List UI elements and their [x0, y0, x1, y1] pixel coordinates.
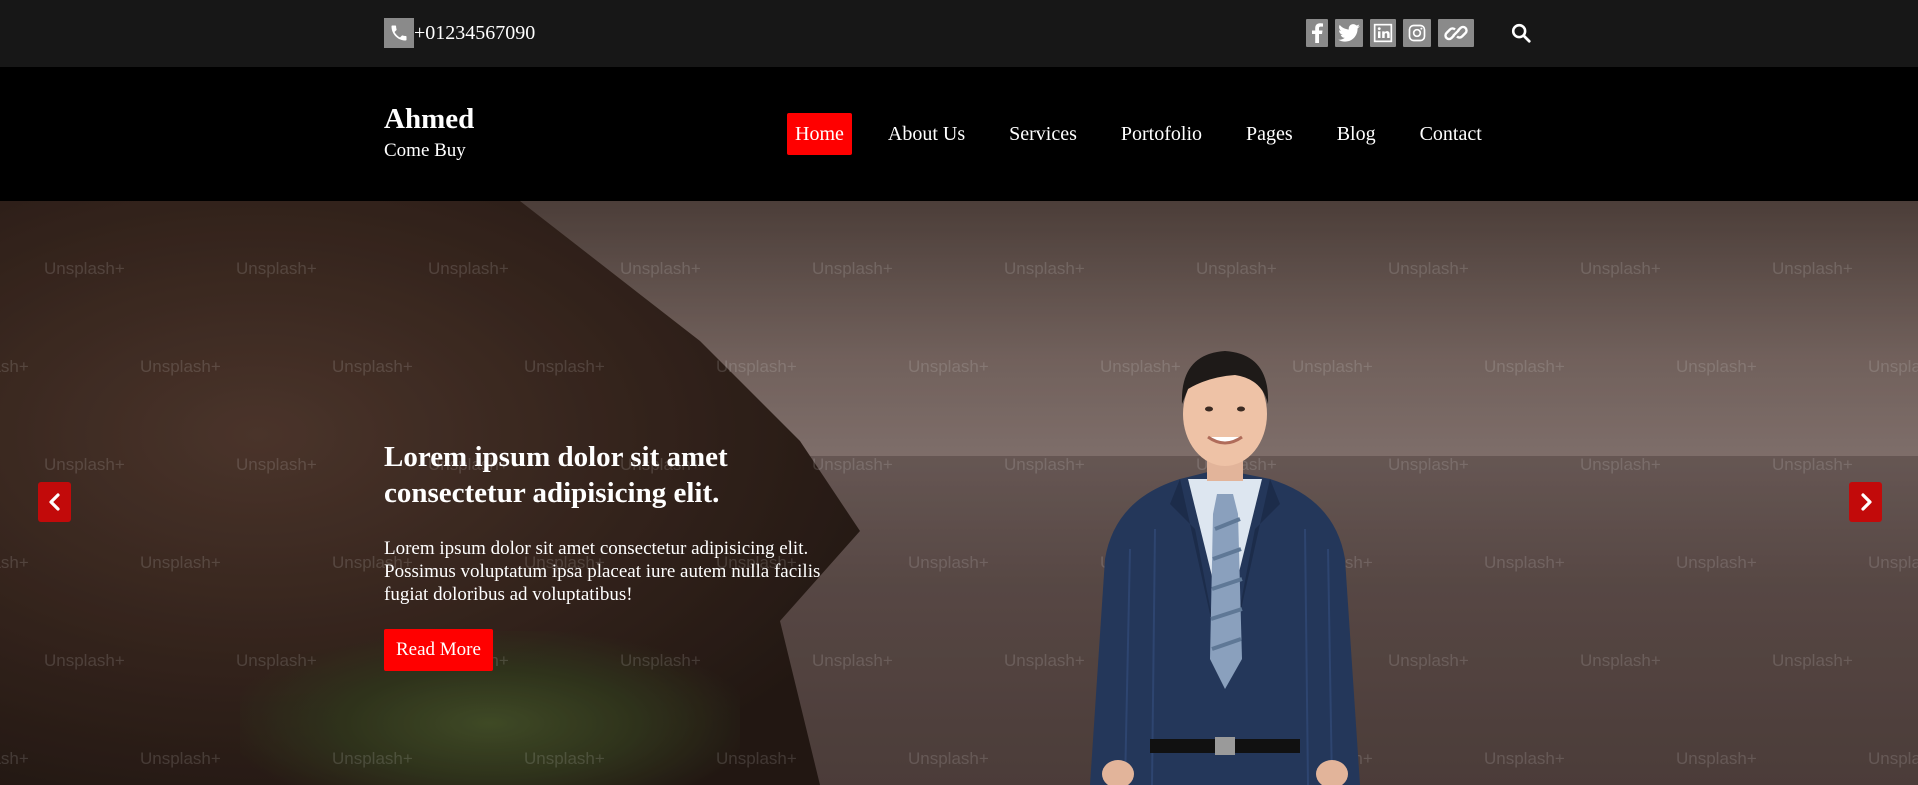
linkedin-icon[interactable] — [1370, 19, 1396, 47]
read-more-button[interactable]: Read More — [384, 629, 493, 671]
facebook-icon[interactable] — [1306, 19, 1328, 47]
main-nav: Home About Us Services Portofolio Pages … — [787, 113, 1490, 155]
watermark-text: Unsplash+ — [1004, 259, 1085, 278]
watermark-text: Unsplash+ — [1868, 553, 1918, 572]
watermark-text: Unsplash+ — [1484, 553, 1565, 572]
watermark-text: Unsplash+ — [332, 357, 413, 376]
phone-icon — [384, 18, 414, 48]
watermark-text: Unsplash+ — [1580, 455, 1661, 474]
watermark-text: Unsplash+ — [1484, 749, 1565, 768]
watermark-text: Unsplash+ — [1868, 749, 1918, 768]
watermark-text: Unsplash+ — [236, 259, 317, 278]
watermark-text: Unsplash+ — [1196, 259, 1277, 278]
social-links — [1306, 19, 1474, 47]
watermark-text: Unsplash+ — [140, 553, 221, 572]
watermark-text: Unsplash+ — [620, 259, 701, 278]
watermark-text: Unsplash+ — [620, 651, 701, 670]
nav-item-pages[interactable]: Pages — [1238, 113, 1301, 155]
brand-name[interactable]: Ahmed — [384, 105, 474, 134]
watermark-text: Unsplash+ — [1388, 259, 1469, 278]
watermark-text: Unsplash+ — [524, 357, 605, 376]
watermark-text: Unsplash+ — [1676, 357, 1757, 376]
watermark-text: Unsplash+ — [1388, 455, 1469, 474]
watermark-text: Unsplash+ — [44, 455, 125, 474]
watermark-text: Unsplash+ — [1772, 651, 1853, 670]
watermark-text: Unsplash+ — [44, 651, 125, 670]
watermark-text: Unsplash+ — [332, 749, 413, 768]
watermark-text: Unsplash+ — [1580, 651, 1661, 670]
main-header: Ahmed Come Buy Home About Us Services Po… — [0, 67, 1918, 201]
watermark-text: Unsplash+ — [1772, 455, 1853, 474]
slider-next-button[interactable] — [1849, 482, 1882, 522]
watermark-text: Unsplash+ — [1388, 651, 1469, 670]
watermark-text: Unsplash+ — [0, 357, 29, 376]
watermark-text: Unsplash+ — [812, 455, 893, 474]
watermark-text: Unsplash+ — [812, 259, 893, 278]
watermark-text: Unsplash+ — [908, 553, 989, 572]
nav-item-about-us[interactable]: About Us — [880, 113, 973, 155]
chevron-right-icon — [1860, 493, 1872, 511]
businessman-image — [1090, 351, 1360, 785]
watermark-text: Unsplash+ — [140, 749, 221, 768]
watermark-text: Unsplash+ — [1676, 749, 1757, 768]
watermark-text: Unsplash+ — [0, 749, 29, 768]
nav-item-contact[interactable]: Contact — [1412, 113, 1490, 155]
instagram-icon[interactable] — [1403, 19, 1431, 47]
watermark-text: Unsplash+ — [1580, 259, 1661, 278]
watermark-text: Unsplash+ — [812, 651, 893, 670]
watermark-text: Unsplash+ — [1676, 553, 1757, 572]
hero-description: Lorem ipsum dolor sit amet consectetur a… — [384, 538, 821, 605]
phone-number: +01234567090 — [414, 21, 536, 44]
watermark-text: Unsplash+ — [716, 357, 797, 376]
watermark-text: Unsplash+ — [524, 749, 605, 768]
slider-prev-button[interactable] — [38, 482, 71, 522]
watermark-text: Unsplash+ — [1772, 259, 1853, 278]
watermark-text: Unsplash+ — [44, 259, 125, 278]
nav-item-home[interactable]: Home — [787, 113, 852, 155]
link-icon[interactable] — [1438, 19, 1474, 47]
watermark-text: Unsplash+ — [236, 651, 317, 670]
nav-item-services[interactable]: Services — [1001, 113, 1085, 155]
watermark-text: Unsplash+ — [236, 455, 317, 474]
search-icon[interactable] — [1508, 20, 1534, 46]
nav-item-portfolio[interactable]: Portofolio — [1113, 113, 1210, 155]
watermark-text: Unsplash+ — [428, 259, 509, 278]
phone-contact[interactable]: +01234567090 — [384, 18, 535, 48]
nav-item-blog[interactable]: Blog — [1329, 113, 1384, 155]
watermark-text: Unsplash+ — [716, 749, 797, 768]
brand-tagline: Come Buy — [384, 140, 466, 161]
watermark-text: Unsplash+ — [1484, 357, 1565, 376]
hero-title: Lorem ipsum dolor sit amet consectetur a… — [384, 441, 728, 509]
twitter-icon[interactable] — [1335, 19, 1363, 47]
top-bar: +01234567090 — [0, 0, 1918, 67]
watermark-text: Unsplash+ — [140, 357, 221, 376]
watermark-text: Unsplash+ — [908, 357, 989, 376]
watermark-text: Unsplash+ — [1868, 357, 1918, 376]
hero-overlay — [0, 201, 1918, 785]
watermark-text: Unsplash+ — [908, 749, 989, 768]
chevron-left-icon — [48, 493, 60, 511]
watermark-text: Unsplash+ — [0, 553, 29, 572]
hero-slider: Unsplash+ Unsplash+ Unsplash+ Unsplash+ Unsp… — [0, 201, 1918, 785]
